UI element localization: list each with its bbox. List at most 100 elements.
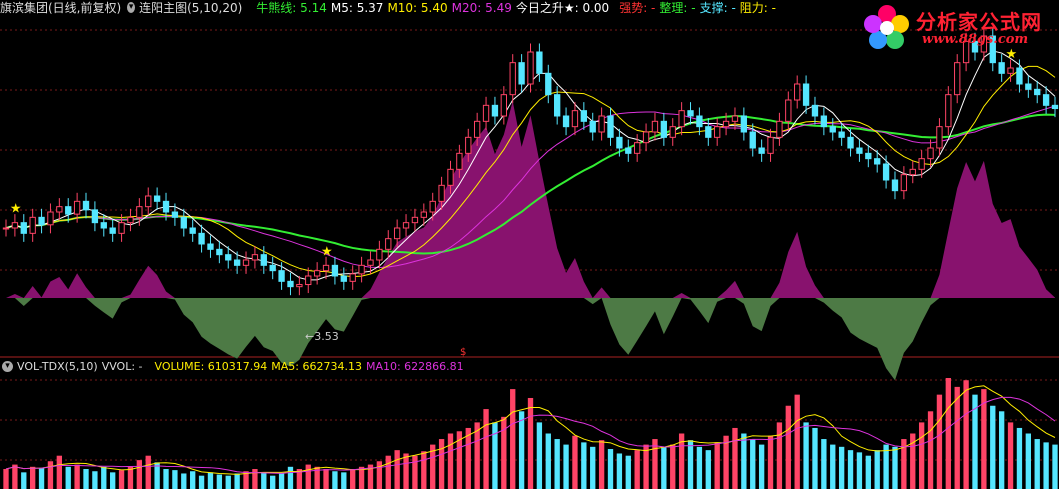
m5-label: M5: 5.37 [330,1,384,15]
candle-body [936,126,943,149]
candle-body [162,200,170,213]
volume-bar [670,444,676,489]
volume-bar [936,394,943,489]
volume-bar [376,461,383,489]
logo-url: www.88gs.com [922,32,1029,47]
oscillator-positive-area [6,101,1055,298]
candle-body [216,248,223,256]
candle-body [136,206,143,218]
candle-body [1025,83,1032,90]
volume-bar [714,442,720,489]
indicator-menu-icon[interactable]: ▾ [127,2,136,13]
volume-bar [758,444,765,489]
volume-bar [110,472,116,489]
volume-bar [883,444,889,489]
volume-bar [696,446,703,489]
candle-body [820,115,828,128]
volume-bar [341,472,347,489]
candle-body [29,216,36,234]
volume-bar [38,467,45,489]
volume-bar [1052,444,1058,489]
volume-bar [136,460,143,489]
candle-body [794,83,801,101]
candle-body [313,270,321,277]
volume-menu-icon[interactable]: ▾ [2,361,13,372]
candle-body [1042,94,1050,106]
candle-body [634,142,641,154]
candle-body [731,115,739,122]
volume-bar [776,422,783,489]
candle-body [56,206,63,213]
candle-body [1007,67,1014,74]
volume-bar [21,472,27,489]
volume-bar [750,439,756,489]
volume-bar [865,455,871,489]
candle-body [100,222,107,229]
volume-bar [101,466,107,489]
m20-label: M20: 5.49 [451,1,512,15]
volume-bar [483,409,489,489]
volume-bar [927,411,934,489]
candle-body [73,200,81,215]
candle-body [225,254,232,261]
volume-bar [830,444,836,489]
indicator-name[interactable]: 连阳主图(5,10,20) [139,0,242,16]
candle-body [438,184,445,202]
candle-body [411,216,419,224]
volume-bar [332,471,338,489]
bear-line-label: 牛熊线: 5.14 [256,1,327,15]
candle-body [47,211,54,226]
candle-body [562,115,570,128]
candle-body [580,110,588,122]
resist-label: 阻力: - [739,1,776,15]
volume-bar [581,442,587,489]
volume-bar [1025,433,1031,489]
volume-indicator-header: ▾ VOL-TDX(5,10) VVOL: - VOLUME: 610317.9… [0,359,760,375]
volume-bar [741,433,747,489]
candle-body [269,264,276,272]
candle-body [874,158,881,165]
volume-bar [607,449,614,489]
volume-bar [998,411,1005,489]
candle-body [1034,88,1041,96]
candle-body [429,200,436,213]
volume-bar [465,427,471,489]
candle-body [687,110,694,117]
candle-body [278,270,285,282]
volume-bar [287,466,294,489]
candle-body [651,120,659,133]
candle-body [305,275,312,286]
candle-body [456,152,463,170]
candle-body [109,227,116,234]
candle-body [189,227,196,234]
volume-bar [145,455,151,489]
candle-body [642,131,650,144]
volume-bar [545,433,551,489]
candle-body [758,147,765,154]
volume-bar [181,473,187,489]
candle-body [909,168,916,176]
volume-bar [225,475,231,489]
candle-body [367,259,374,266]
candle-body [954,62,961,96]
candle-body [536,51,543,74]
candle-body [918,158,925,170]
candle-body [509,62,516,96]
candle-body [891,179,899,192]
candle-body [482,104,490,122]
candle-body [251,254,259,261]
vol-ma5-label: MA5: 662734.13 [271,360,362,373]
volume-label: VOLUME: 610317.94 [154,360,268,373]
flower-logo-icon [864,5,909,49]
separator-mark: $ [460,347,466,358]
vvol-label: VVOL: - [101,360,143,373]
volume-bar [65,466,71,489]
volume-bar [803,422,809,489]
candle-body [616,136,623,149]
candle-body [847,136,854,149]
volume-bar [118,470,125,489]
volume-indicator-name[interactable]: VOL-TDX(5,10) [17,359,98,375]
candle-body [358,264,365,275]
volume-bar [705,450,711,489]
volume-bar [510,389,516,489]
